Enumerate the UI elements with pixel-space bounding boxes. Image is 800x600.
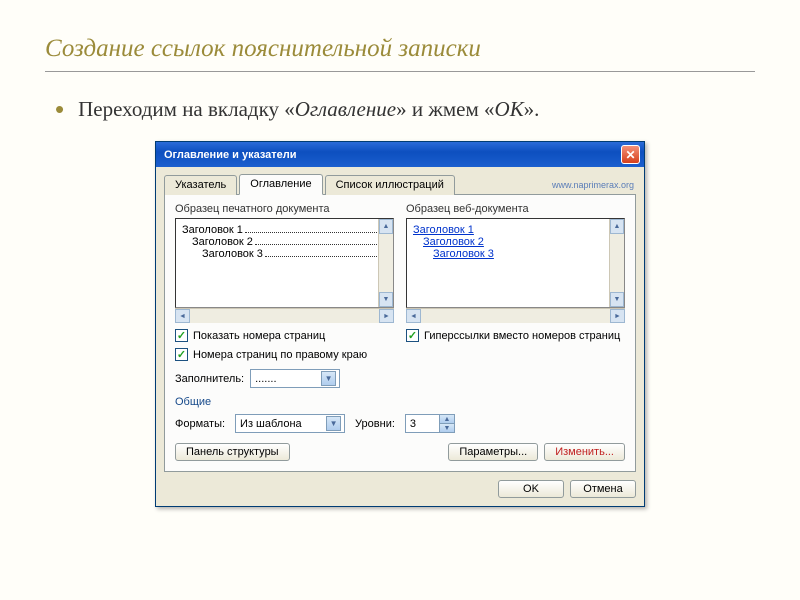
chevron-down-icon: ▼ <box>321 371 336 386</box>
toc-print-item: Заголовок 2 <box>192 236 253 248</box>
checkbox-right-align[interactable]: ✓ <box>175 348 188 361</box>
scroll-down-icon[interactable]: ▼ <box>610 292 624 307</box>
watermark-text: www.naprimerax.org <box>552 178 636 194</box>
dialog-titlebar[interactable]: Оглавление и указатели ✕ <box>156 142 644 167</box>
toc-print-item: Заголовок 3 <box>202 248 263 260</box>
levels-label: Уровни: <box>355 418 395 430</box>
outline-panel-button[interactable]: Панель структуры <box>175 443 290 461</box>
chevron-down-icon: ▼ <box>326 416 341 431</box>
toc-web-item[interactable]: Заголовок 2 <box>423 236 484 248</box>
close-icon: ✕ <box>625 148 635 162</box>
tab-row: Указатель Оглавление Список иллюстраций … <box>164 173 636 195</box>
scroll-up-icon[interactable]: ▲ <box>610 219 624 234</box>
print-preview-label: Образец печатного документа <box>175 203 394 215</box>
cancel-button[interactable]: Отмена <box>570 480 636 498</box>
scroll-down-icon[interactable]: ▼ <box>379 292 393 307</box>
scrollbar-vertical[interactable]: ▲ ▼ <box>609 219 624 307</box>
modify-button[interactable]: Изменить... <box>544 443 625 461</box>
scroll-up-icon[interactable]: ▲ <box>379 219 393 234</box>
scroll-left-icon[interactable]: ◄ <box>175 309 190 323</box>
close-button[interactable]: ✕ <box>621 145 640 164</box>
title-divider <box>45 71 755 72</box>
dialog-window: Оглавление и указатели ✕ Указатель Оглав… <box>155 141 645 507</box>
filler-label: Заполнитель: <box>175 373 244 385</box>
scrollbar-horizontal[interactable]: ◄ ► <box>406 308 625 323</box>
tab-toc[interactable]: Оглавление <box>239 174 322 195</box>
web-preview: Заголовок 1 Заголовок 2 Заголовок 3 ▲ ▼ <box>406 218 625 308</box>
web-preview-label: Образец веб-документа <box>406 203 625 215</box>
levels-spinner[interactable]: 3 ▲ ▼ <box>405 414 455 433</box>
toc-web-item[interactable]: Заголовок 3 <box>433 248 494 260</box>
scrollbar-horizontal[interactable]: ◄ ► <box>175 308 394 323</box>
print-preview: Заголовок 11 Заголовок 23 Заголовок 35 ▲… <box>175 218 394 308</box>
tab-illustrations[interactable]: Список иллюстраций <box>325 175 455 195</box>
toc-print-item: Заголовок 1 <box>182 224 243 236</box>
dialog-title: Оглавление и указатели <box>164 149 297 161</box>
tab-index[interactable]: Указатель <box>164 175 237 195</box>
checkbox-hyperlinks[interactable]: ✓ <box>406 329 419 342</box>
general-section-label: Общие <box>175 396 625 408</box>
bullet-text: Переходим на вкладку «Оглавление» и жмем… <box>78 95 539 123</box>
checkbox-show-pages-label: Показать номера страниц <box>193 330 325 342</box>
tab-body: Образец печатного документа Заголовок 11… <box>164 195 636 472</box>
checkbox-hyperlinks-label: Гиперссылки вместо номеров страниц <box>424 330 620 342</box>
toc-web-item[interactable]: Заголовок 1 <box>413 224 474 236</box>
checkbox-right-align-label: Номера страниц по правому краю <box>193 349 367 361</box>
formats-select[interactable]: Из шаблона ▼ <box>235 414 345 433</box>
spinner-up-icon[interactable]: ▲ <box>439 415 454 424</box>
scroll-left-icon[interactable]: ◄ <box>406 309 421 323</box>
scroll-right-icon[interactable]: ► <box>610 309 625 323</box>
ok-button[interactable]: OK <box>498 480 564 498</box>
checkbox-show-pages[interactable]: ✓ <box>175 329 188 342</box>
filler-select[interactable]: ....... ▼ <box>250 369 340 388</box>
bullet-icon: • <box>55 95 64 123</box>
scroll-right-icon[interactable]: ► <box>379 309 394 323</box>
parameters-button[interactable]: Параметры... <box>448 443 538 461</box>
slide-title: Создание ссылок пояснительной записки <box>45 35 755 63</box>
scrollbar-vertical[interactable]: ▲ ▼ <box>378 219 393 307</box>
spinner-down-icon[interactable]: ▼ <box>439 424 454 432</box>
formats-label: Форматы: <box>175 418 225 430</box>
bullet-item: • Переходим на вкладку «Оглавление» и жм… <box>55 95 755 123</box>
